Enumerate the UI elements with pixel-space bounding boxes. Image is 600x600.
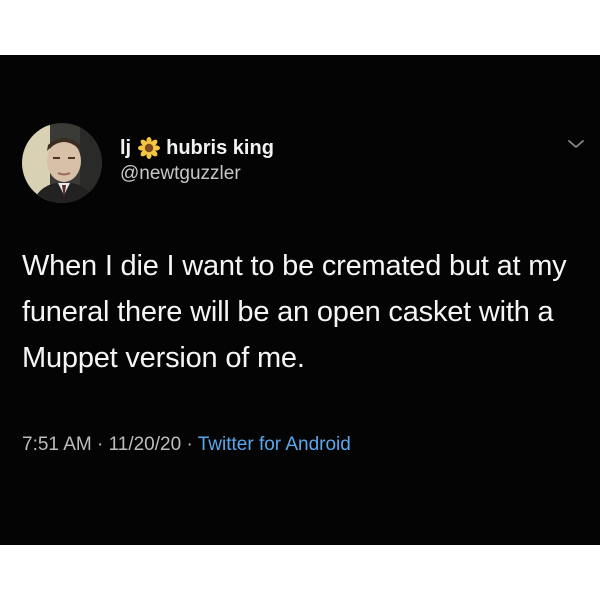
tweet-source-link[interactable]: Twitter for Android (198, 434, 351, 455)
tweet-header: lj hubris king @newtguzzler (22, 123, 274, 203)
display-name-row[interactable]: lj hubris king (120, 136, 274, 160)
meta-separator-2: · (181, 434, 198, 455)
user-handle[interactable]: @newtguzzler (120, 162, 274, 186)
display-name-prefix: lj (120, 137, 132, 159)
tweet-time[interactable]: 7:51 AM (22, 434, 92, 455)
tweet-date[interactable]: 11/20/20 (109, 434, 182, 455)
display-name: hubris king (166, 137, 274, 159)
tweet-card: lj hubris king @newtguzzler When I die I… (0, 55, 600, 545)
avatar[interactable] (22, 123, 102, 203)
chevron-down-icon[interactable] (566, 138, 586, 150)
tweet-text: When I die I want to be cremated but at … (22, 250, 567, 374)
meta-separator: · (91, 434, 109, 455)
sunflower-icon (138, 137, 161, 159)
author-names: lj hubris king @newtguzzler (120, 136, 274, 186)
tweet-meta: 7:51 AM · 11/20/20 · Twitter for Android (22, 433, 351, 457)
